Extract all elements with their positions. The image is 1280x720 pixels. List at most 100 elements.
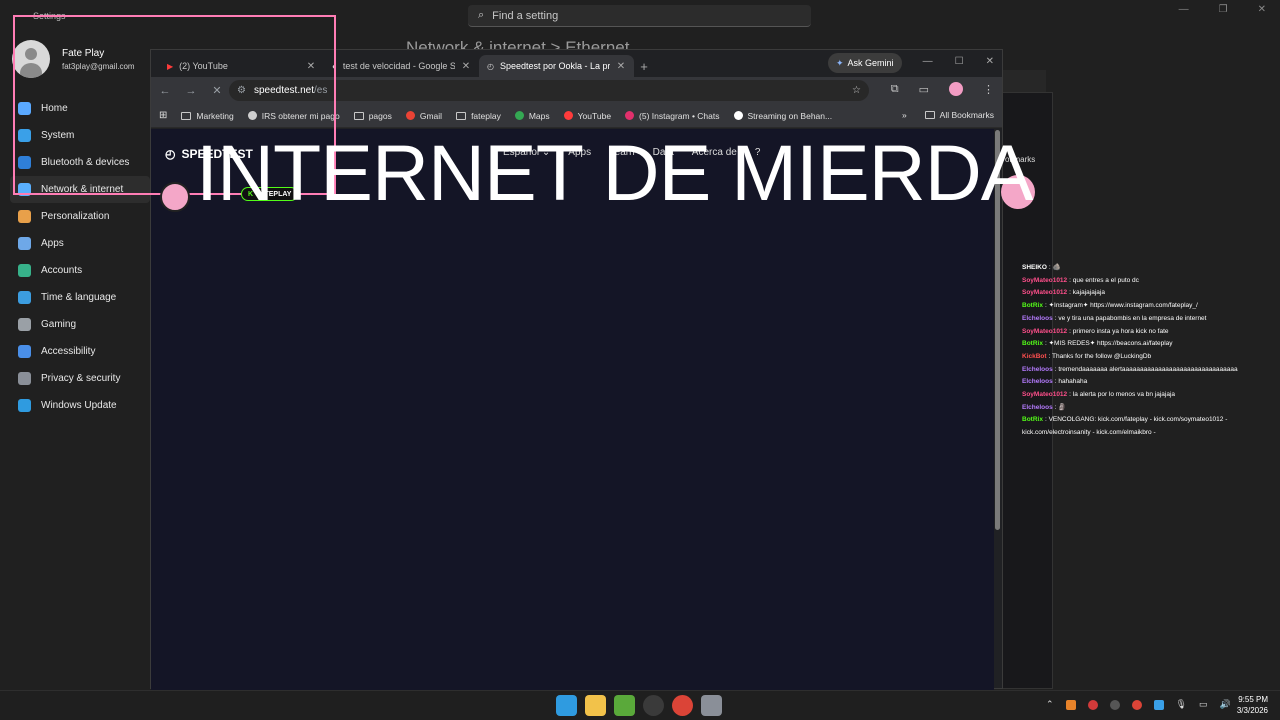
chat-message: SoyMateo1012: la alerta por lo menos va … <box>1022 389 1262 402</box>
system-tray: ⌃ 🎙 ▭ 🔊 <box>1046 699 1231 710</box>
tray-chevron-icon[interactable]: ⌃ <box>1046 699 1054 710</box>
tab-label: Speedtest por Ookla - La prueb <box>499 61 610 71</box>
chat-text: : 🪨 <box>1048 264 1061 271</box>
tray-app-icon[interactable] <box>1153 699 1164 710</box>
folder-icon <box>456 111 467 120</box>
chat-username[interactable]: BotRix <box>1022 302 1043 309</box>
sidebar-item-label: Gaming <box>41 319 77 330</box>
search-placeholder: Find a setting <box>492 9 559 22</box>
tray-chrome-icon[interactable] <box>1131 699 1142 710</box>
maximize-icon[interactable]: ☐ <box>955 56 964 67</box>
chat-message: SoyMateo1012: kajajajajaja <box>1022 287 1262 300</box>
volume-icon[interactable]: 🔊 <box>1220 699 1231 710</box>
chat-username[interactable]: SoyMateo1012 <box>1022 289 1067 296</box>
chat-username[interactable]: Elcheloos <box>1022 404 1053 411</box>
chat-username[interactable]: Elcheloos <box>1022 315 1053 322</box>
nav-icon <box>18 210 31 223</box>
bookmark-item[interactable]: fateplay <box>456 111 501 121</box>
all-bookmarks[interactable]: All Bookmarks <box>924 110 994 120</box>
tray-app-icon[interactable] <box>1087 699 1098 710</box>
file-explorer-icon[interactable] <box>585 695 606 716</box>
start-icon[interactable] <box>556 695 577 716</box>
minecraft-icon[interactable] <box>614 695 635 716</box>
bookmark-item[interactable]: Streaming on Behan... <box>733 111 832 121</box>
tray-app-icon[interactable] <box>1065 699 1076 710</box>
bookmark-item[interactable]: Gmail <box>405 111 442 121</box>
menu-icon[interactable]: ⋮ <box>983 83 994 96</box>
chat-username[interactable]: Elcheloos <box>1022 366 1053 373</box>
settings-search[interactable]: ⌕ Find a setting <box>468 5 811 27</box>
ask-gemini-button[interactable]: ✦ Ask Gemini <box>828 53 902 73</box>
bookmark-star-icon[interactable]: ☆ <box>852 85 861 96</box>
taskbar: ⌃ 🎙 ▭ 🔊 9:55 PM 3/3/2026 <box>0 690 1280 720</box>
clock[interactable]: 9:55 PM 3/3/2026 <box>1237 694 1268 716</box>
overlay-caption: INTERNET DE MIERDA <box>196 128 1033 217</box>
new-tab-button[interactable]: + <box>634 55 654 77</box>
browser-tab[interactable]: ◐test de velocidad - Google Sear✕ <box>324 55 479 77</box>
chat-message: SHEIKO: 🪨 <box>1022 262 1262 275</box>
sidebar-item-apps[interactable]: Apps <box>10 230 150 257</box>
sidebar-item-gaming[interactable]: Gaming <box>10 311 150 338</box>
sidebar-item-accessibility[interactable]: Accessibility <box>10 338 150 365</box>
chat-message: SoyMateo1012: primero insta ya hora kick… <box>1022 326 1262 339</box>
chat-message: BotRix: ✦Instagram✦ https://www.instagra… <box>1022 300 1262 313</box>
sidebar-item-accounts[interactable]: Accounts <box>10 257 150 284</box>
ask-gemini-label: Ask Gemini <box>847 58 894 68</box>
microphone-icon[interactable]: 🎙 <box>1176 699 1187 710</box>
sidebar-item-label: Personalization <box>41 211 110 222</box>
sidebar-item-privacy-security[interactable]: Privacy & security <box>10 365 150 392</box>
minimize-icon[interactable]: — <box>923 56 933 67</box>
bookmark-item[interactable]: Maps <box>514 111 550 121</box>
close-tab-icon[interactable]: ✕ <box>461 61 471 72</box>
maximize-icon[interactable]: ❐ <box>1219 4 1228 15</box>
close-icon[interactable]: ✕ <box>1258 4 1266 15</box>
instagram-icon <box>625 111 635 120</box>
sidebar-item-personalization[interactable]: Personalization <box>10 203 150 230</box>
bookmark-item[interactable]: pagos <box>353 111 392 121</box>
all-bookmarks-label: All Bookmarks <box>939 110 994 120</box>
clock-time: 9:55 PM <box>1238 695 1268 704</box>
cast-icon[interactable]: ▭ <box>919 83 929 96</box>
chat-message: Elcheloos: ve y tira una papabombis en l… <box>1022 313 1262 326</box>
chat-text: : kajajajajaja <box>1069 289 1105 297</box>
folder-icon <box>924 111 935 119</box>
sidebar-item-time-language[interactable]: Time & language <box>10 284 150 311</box>
chat-username[interactable]: BotRix <box>1022 416 1043 423</box>
extensions-icon[interactable]: ⧉ <box>891 83 899 96</box>
chat-message: Elcheloos: hahahaha <box>1022 376 1262 389</box>
sidebar-item-label: Apps <box>41 238 64 249</box>
minimize-icon[interactable]: — <box>1179 4 1189 15</box>
bookmark-label: (5) Instagram • Chats <box>639 110 720 121</box>
sidebar-item-windows-update[interactable]: Windows Update <box>10 392 150 419</box>
chat-text: : ✦MIS REDES✦ https://beacons.ai/fatepla… <box>1044 340 1173 348</box>
chat-text: : VENCOLGANG: kick.com/fateplay - kick.c… <box>1022 416 1228 437</box>
chat-username[interactable]: SoyMateo1012 <box>1022 277 1067 284</box>
close-tab-icon[interactable]: ✕ <box>616 61 626 72</box>
bookmark-item[interactable]: (5) Instagram • Chats <box>625 110 720 121</box>
close-icon[interactable]: ✕ <box>986 56 994 67</box>
sidebar-item-label: Accessibility <box>41 346 96 357</box>
chat-username[interactable]: BotRix <box>1022 340 1043 347</box>
bookmark-label: YouTube <box>577 110 612 121</box>
settings-icon[interactable] <box>701 695 722 716</box>
chat-message: BotRix: VENCOLGANG: kick.com/fateplay - … <box>1022 414 1262 439</box>
chat-username[interactable]: SoyMateo1012 <box>1022 391 1067 398</box>
browser-window-controls: — ☐ ✕ <box>923 56 994 67</box>
nav-icon <box>18 318 31 331</box>
sidebar-item-label: Privacy & security <box>41 373 121 384</box>
chat-username[interactable]: SoyMateo1012 <box>1022 328 1067 335</box>
chat-username[interactable]: KickBot <box>1022 353 1047 360</box>
chrome-icon[interactable] <box>672 695 693 716</box>
bookmark-item[interactable]: YouTube <box>563 110 612 121</box>
chat-text: : la alerta por lo menos va bn jajajaja <box>1069 391 1176 399</box>
chat-username[interactable]: SHEIKO <box>1022 264 1047 271</box>
obs-icon[interactable] <box>643 695 664 716</box>
tray-obs-icon[interactable] <box>1109 699 1120 710</box>
network-icon[interactable]: ▭ <box>1199 699 1208 710</box>
chat-text: : ✦Instagram✦ https://www.instagram.com/… <box>1044 302 1198 310</box>
more-bookmarks-icon[interactable]: » <box>902 110 907 120</box>
browser-tab[interactable]: ◴ Speedtest por Ookla - La prueb ✕ <box>479 55 634 77</box>
chat-username[interactable]: Elcheloos <box>1022 378 1053 385</box>
clock-date: 3/3/2026 <box>1236 706 1268 715</box>
profile-avatar[interactable] <box>949 82 963 96</box>
